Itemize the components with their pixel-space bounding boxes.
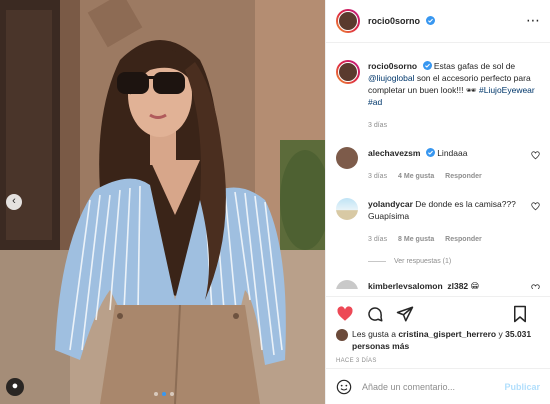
comment-likes[interactable]: 4 Me gusta (398, 173, 434, 180)
liker-username[interactable]: cristina_gispert_herrero (398, 329, 496, 339)
carousel-dot (154, 392, 158, 396)
carousel-dot-active (162, 392, 166, 396)
carousel-indicator (154, 392, 174, 396)
verified-icon (425, 16, 435, 25)
commenter-username[interactable]: yolandycar (368, 199, 413, 209)
comment-time[interactable]: 3 días (368, 173, 387, 180)
caption-hashtag-link[interactable]: #LiujoEyewear (479, 85, 535, 95)
comment-time[interactable]: 3 días (368, 236, 387, 243)
reply-button[interactable]: Responder (445, 173, 482, 180)
tagged-user-icon[interactable]: ● (6, 378, 24, 396)
verified-icon (425, 148, 435, 157)
comment-item: kimberleysalomon_zl382 😁 (336, 280, 540, 289)
caption-hashtag-link[interactable]: #ad (368, 97, 382, 107)
author-username[interactable]: rocio0sorno (368, 16, 435, 26)
liker-avatar[interactable] (336, 329, 348, 341)
commenter-username[interactable]: alechavezsm (368, 148, 420, 158)
caption-text: Estas gafas de sol de (433, 61, 516, 71)
reply-button[interactable]: Responder (445, 236, 482, 243)
add-comment-bar: Publicar (326, 368, 550, 404)
save-bookmark-icon[interactable] (512, 305, 528, 323)
more-icon[interactable]: ⋯ (526, 12, 540, 29)
emoji-icon[interactable] (336, 379, 352, 395)
comment-text: 😁 (470, 281, 480, 289)
comment-icon[interactable] (366, 305, 384, 323)
previous-photo-button[interactable]: ‹ (6, 194, 22, 210)
publish-button[interactable]: Publicar (504, 382, 540, 392)
post-side-panel: rocio0sorno ⋯ rocio0sorno Estas gafas de… (325, 0, 550, 404)
comment-item: alechavezsm Lindaaa 3 días 4 Me gusta Re… (336, 147, 540, 183)
verified-icon (422, 61, 432, 70)
comment-input[interactable] (362, 381, 492, 392)
post-caption: rocio0sorno Estas gafas de sol de @liujo… (336, 60, 540, 132)
carousel-dot (170, 392, 174, 396)
commenter-username[interactable]: kimberleysalomon_zl382 (368, 281, 468, 289)
post-image (0, 0, 325, 404)
commenter-avatar[interactable] (336, 198, 358, 220)
comment-like-heart-icon[interactable] (531, 202, 540, 211)
comment-text: Lindaaa (437, 148, 468, 158)
post-actions: Les gusta a cristina_gispert_herrero y 3… (326, 296, 550, 364)
caption-time[interactable]: 3 días (368, 122, 387, 129)
caption-mention-link[interactable]: @liujoglobal (368, 73, 414, 83)
commenter-avatar[interactable] (336, 147, 358, 169)
likes-summary[interactable]: Les gusta a cristina_gispert_herrero y 3… (336, 328, 540, 352)
comment-like-heart-icon[interactable] (531, 151, 540, 160)
author-avatar[interactable] (336, 9, 360, 33)
comment-like-heart-icon[interactable] (531, 284, 540, 289)
post-header: rocio0sorno ⋯ (326, 0, 550, 43)
comment-likes[interactable]: 8 Me gusta (398, 236, 434, 243)
caption-username[interactable]: rocio0sorno (368, 61, 417, 71)
like-heart-icon[interactable] (336, 305, 354, 323)
comments-list[interactable]: rocio0sorno Estas gafas de sol de @liujo… (326, 44, 550, 289)
author-avatar[interactable] (336, 60, 360, 84)
post-time-ago[interactable]: HACE 3 DÍAS (336, 358, 540, 364)
post-photo[interactable]: ‹ ● (0, 0, 325, 404)
commenter-avatar[interactable] (336, 280, 358, 289)
view-replies-button[interactable]: Ver respuestas (1) (368, 258, 540, 265)
share-icon[interactable] (396, 305, 414, 323)
comment-item: yolandycar De donde es la camisa??? Guap… (336, 198, 540, 246)
